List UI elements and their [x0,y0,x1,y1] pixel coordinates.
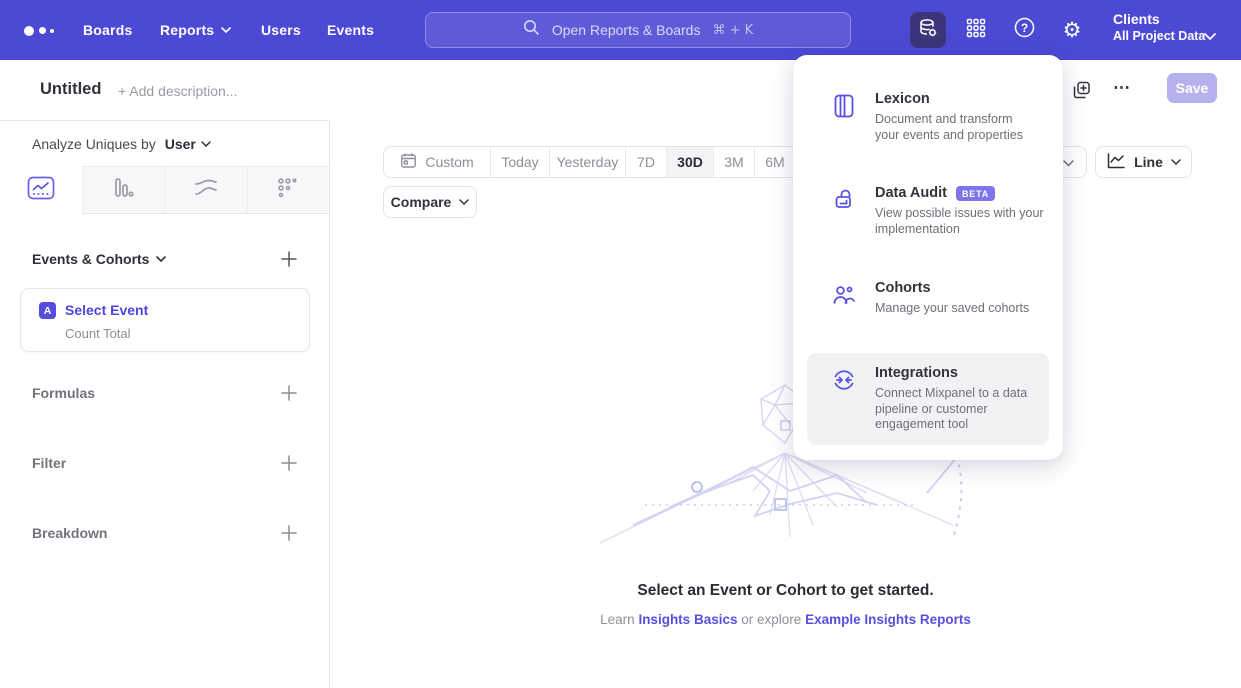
svg-text:?: ? [1020,21,1027,35]
data-management-menu: Lexicon Document and transform your even… [793,55,1063,460]
chart-type-tabs [0,166,329,214]
range-6m[interactable]: 6M [755,147,796,177]
nav-item-boards[interactable]: Boards [83,0,132,60]
tab-flows[interactable] [164,166,247,214]
org-name: Clients [1113,11,1205,27]
grid-icon [965,17,987,44]
add-filter-button[interactable] [281,455,297,471]
filter-section: Filter [32,453,297,473]
nav-item-users[interactable]: Users [261,0,301,60]
breakdown-section: Breakdown [32,523,297,543]
add-description-field[interactable]: + Add description... [118,83,237,99]
range-today[interactable]: Today [491,147,550,177]
menu-item-description: View possible issues with your implement… [875,206,1067,237]
calendar-icon [400,152,417,172]
subtitle-prefix: Learn [600,612,635,627]
nav-item-events[interactable]: Events [327,0,374,60]
empty-state-title: Select an Event or Cohort to get started… [330,582,1241,600]
add-event-button[interactable] [281,251,297,267]
filter-header: Filter [32,455,66,471]
breakdown-header: Breakdown [32,525,107,541]
range-custom[interactable]: Custom [384,147,491,177]
data-management-button[interactable] [910,12,946,48]
formulas-section: Formulas [32,383,297,403]
tab-line-chart[interactable] [0,166,82,214]
example-reports-link[interactable]: Example Insights Reports [805,612,971,627]
more-options-button[interactable]: ⋯ [1113,78,1132,98]
chevron-down-icon [1063,154,1074,170]
flows-icon [193,176,219,205]
range-3m[interactable]: 3M [714,147,755,177]
range-7d[interactable]: 7D [626,147,667,177]
search-icon [523,19,540,41]
duplicate-button[interactable] [1072,80,1092,100]
project-name: All Project Data [1113,29,1205,43]
save-button[interactable]: Save [1167,73,1217,103]
apps-grid-button[interactable] [958,12,994,48]
add-formula-button[interactable] [281,385,297,401]
tab-bar-chart[interactable] [82,166,165,214]
analyze-by-dropdown[interactable]: User [165,136,211,152]
search-placeholder: Open Reports & Boards [552,22,701,38]
select-event-label[interactable]: Select Event [65,302,148,318]
mixpanel-logo[interactable] [24,22,64,38]
chevron-down-icon [221,27,231,33]
beta-badge: BETA [956,186,995,201]
menu-item-data-audit[interactable]: Data Audit BETA View possible issues wit… [807,173,1049,249]
database-gear-icon [917,17,939,44]
events-cohorts-header[interactable]: Events & Cohorts [32,251,166,267]
tab-metrics[interactable] [247,166,330,214]
menu-item-title: Cohorts [875,280,931,296]
top-navigation: Boards Reports Users Events Open Reports… [0,0,1241,60]
menu-item-description: Document and transform your events and p… [875,112,1037,143]
count-total-label[interactable]: Count Total [65,326,131,341]
menu-item-title: Data Audit [875,185,947,201]
line-chart-icon [1106,152,1126,173]
project-switcher[interactable]: Clients All Project Data [1113,11,1205,43]
empty-state-subtitle: Learn Insights Basics or explore Example… [330,612,1241,627]
events-cohorts-section: Events & Cohorts [32,249,297,269]
menu-item-description: Connect Mixpanel to a data pipeline or c… [875,386,1047,433]
chart-type-dropdown[interactable]: Line [1095,146,1192,178]
range-30d[interactable]: 30D [667,147,714,177]
metrics-dots-icon [276,176,300,205]
help-icon: ? [1013,16,1036,44]
book-icon [831,93,857,119]
line-chart-icon [27,176,55,205]
nav-item-reports[interactable]: Reports [160,0,231,60]
query-builder-sidebar: Analyze Uniques by User [0,120,330,688]
menu-item-title: Integrations [875,365,958,381]
menu-item-cohorts[interactable]: Cohorts Manage your saved cohorts [807,268,1049,329]
add-breakdown-button[interactable] [281,525,297,541]
report-title[interactable]: Untitled [40,80,101,99]
settings-button[interactable]: ⚙ [1054,12,1090,48]
gear-icon: ⚙ [1063,20,1082,41]
help-button[interactable]: ? [1006,12,1042,48]
subtitle-middle: or explore [741,612,801,627]
menu-item-description: Manage your saved cohorts [875,301,1075,317]
analyze-label: Analyze Uniques by [32,136,156,152]
compare-button[interactable]: Compare [383,186,477,218]
formulas-header: Formulas [32,385,95,401]
event-letter-badge: A [39,302,56,319]
audit-lock-icon [831,187,857,213]
search-input[interactable]: Open Reports & Boards ⌘ + K [425,12,851,48]
range-yesterday[interactable]: Yesterday [550,147,626,177]
search-shortcut: ⌘ + K [712,23,753,38]
menu-item-integrations[interactable]: Integrations Connect Mixpanel to a data … [807,353,1049,445]
bar-chart-icon [111,176,135,205]
menu-item-lexicon[interactable]: Lexicon Document and transform your even… [807,79,1049,155]
chevron-down-icon[interactable] [1204,27,1216,45]
event-card[interactable]: A Select Event Count Total [20,288,310,352]
people-icon [831,282,857,308]
menu-item-title: Lexicon [875,91,930,107]
sync-arrows-icon [831,367,857,393]
analyze-uniques-row: Analyze Uniques by User [32,121,211,166]
insights-basics-link[interactable]: Insights Basics [638,612,737,627]
